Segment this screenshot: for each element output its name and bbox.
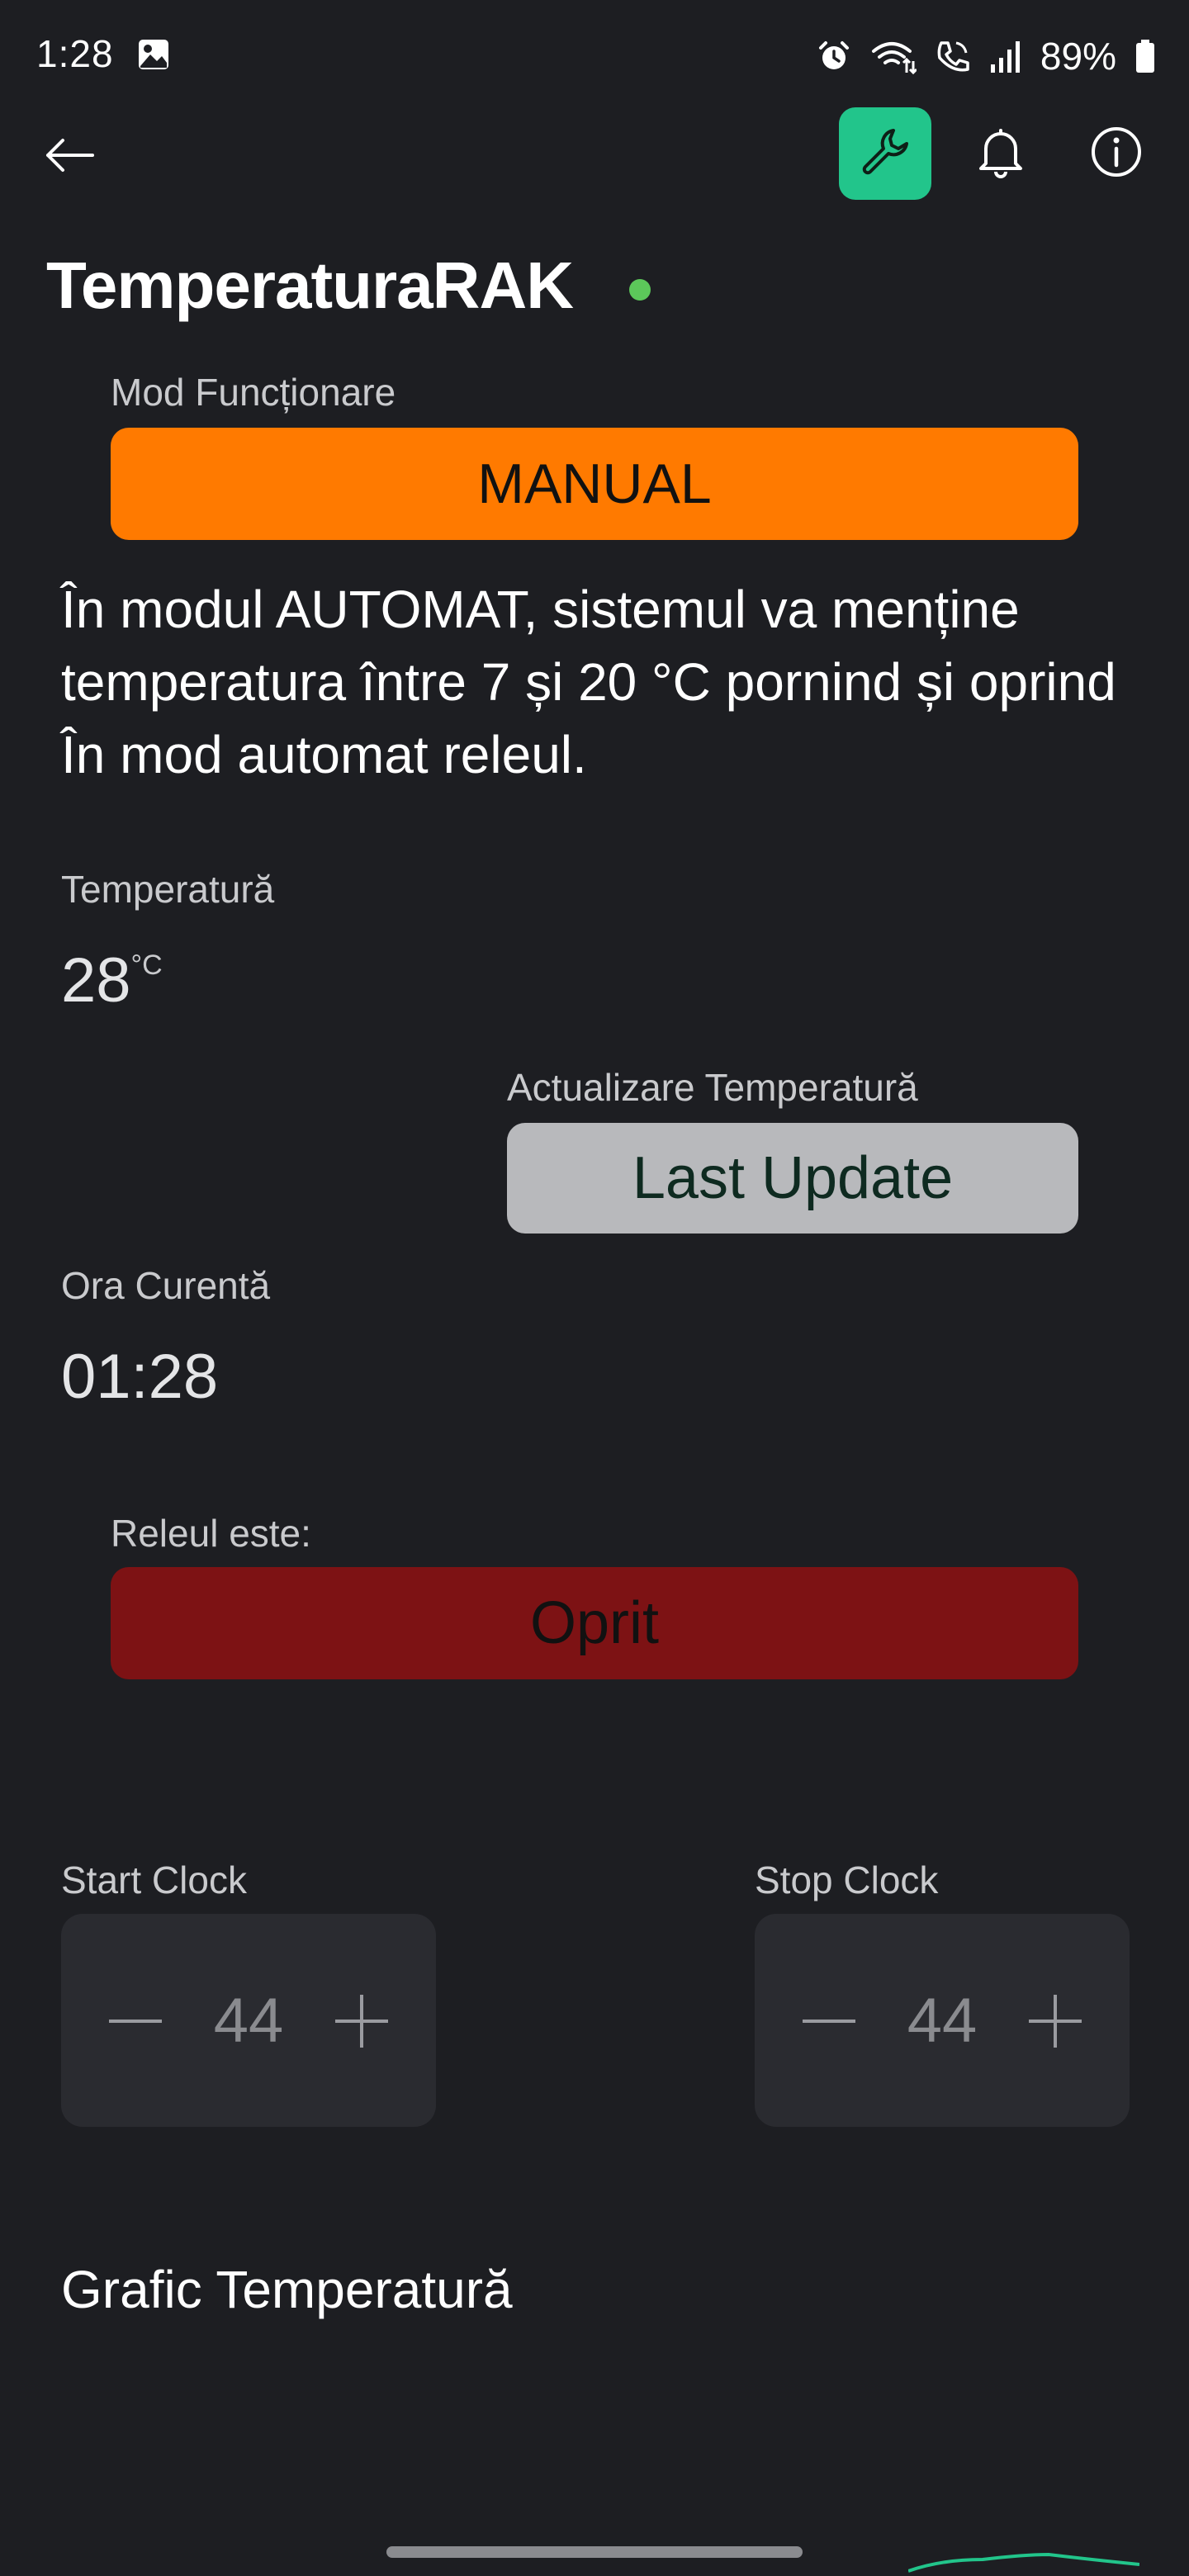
status-icons: 89% <box>816 33 1156 79</box>
temperature-label: Temperatură <box>61 868 275 911</box>
plus-icon <box>335 1995 388 2048</box>
status-bar: 1:28 89% <box>0 0 1189 107</box>
settings-button[interactable] <box>839 107 931 200</box>
mode-label: Mod Funcționare <box>111 371 396 414</box>
start-clock-label: Start Clock <box>61 1859 247 1901</box>
battery-level: 89% <box>1040 35 1116 78</box>
alarm-icon <box>816 38 852 74</box>
notifications-button[interactable] <box>968 121 1034 187</box>
temperature-display: 28°C <box>61 945 163 1016</box>
current-time-label: Ora Curentă <box>61 1264 271 1307</box>
temperature-unit: °C <box>130 949 163 981</box>
relay-status-button[interactable]: Oprit <box>111 1567 1078 1679</box>
gallery-icon <box>137 38 170 71</box>
wifi-call-icon <box>935 38 971 74</box>
status-time: 1:28 <box>36 32 114 75</box>
start-clock-increment-button[interactable] <box>329 1988 395 2054</box>
chart-title: Grafic Temperatură <box>61 2260 513 2319</box>
temperature-chart-line <box>908 2552 1139 2573</box>
last-update-button[interactable]: Last Update <box>507 1123 1078 1234</box>
relay-label: Releul este: <box>111 1512 311 1555</box>
signal-icon <box>989 38 1022 74</box>
start-clock-stepper: 44 <box>61 1914 436 2127</box>
plus-icon <box>1029 1995 1082 2048</box>
wrench-icon <box>859 125 912 182</box>
back-button[interactable] <box>36 124 102 190</box>
current-time-value: 01:28 <box>61 1342 219 1412</box>
stop-clock-label: Stop Clock <box>755 1859 939 1901</box>
wifi-icon <box>870 38 917 74</box>
info-button[interactable] <box>1083 121 1149 187</box>
home-indicator[interactable] <box>386 2546 803 2558</box>
back-arrow-icon <box>43 137 96 178</box>
temperature-value: 28 <box>61 945 131 1016</box>
stop-clock-stepper: 44 <box>755 1914 1130 2127</box>
online-status-dot <box>629 279 651 301</box>
bell-icon <box>976 125 1026 182</box>
battery-icon <box>1135 38 1156 74</box>
mode-description: În modul AUTOMAT, sistemul va menține te… <box>61 580 1116 784</box>
mode-button[interactable]: MANUAL <box>111 428 1078 540</box>
stop-clock-increment-button[interactable] <box>1022 1988 1088 2054</box>
device-title: TemperaturaRAK <box>46 249 574 322</box>
update-label: Actualizare Temperatură <box>507 1066 918 1109</box>
app-screen: 1:28 89% TemperaturaRAK Mod Funcționare … <box>0 0 1189 2576</box>
info-icon <box>1090 125 1143 182</box>
